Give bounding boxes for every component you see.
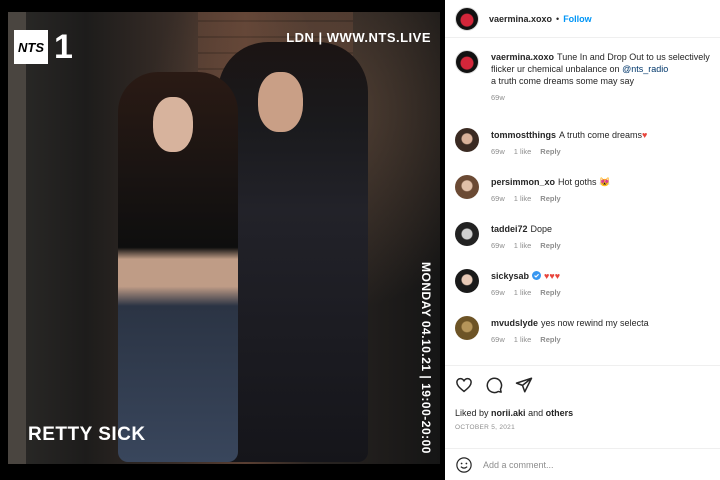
comment-text: sickysab ♥♥♥	[491, 263, 720, 282]
nts-logo: NTS 1	[14, 30, 73, 64]
follow-button[interactable]: Follow	[563, 14, 592, 24]
comment-time: 69w	[491, 335, 505, 344]
nts-url-text: LDN | WWW.NTS.LIVE	[286, 30, 431, 45]
nts-logo-box: NTS	[14, 30, 48, 64]
author-avatar[interactable]	[455, 6, 479, 31]
cat-emoji: 😻	[599, 177, 611, 187]
commenter-avatar[interactable]	[455, 175, 479, 199]
heart-icon[interactable]	[455, 376, 473, 394]
comment-meta: 69w 1 like Reply	[491, 335, 720, 344]
comment-row: tommostthings A truth come dreams♥ 69w 1 …	[445, 122, 720, 169]
comment-text: tommostthings A truth come dreams♥	[491, 122, 720, 141]
author-username[interactable]: vaermina.xoxo	[489, 14, 552, 24]
comment-likes[interactable]: 1 like	[514, 147, 532, 156]
comment-body: Dope	[530, 224, 553, 234]
liked-by-user[interactable]: norii.aki	[491, 408, 526, 418]
caption-line-1: Tune In and Drop Out to us selectively	[557, 52, 710, 62]
post-media[interactable]: NTS 1 LDN | WWW.NTS.LIVE MONDAY 04.10.21…	[0, 0, 445, 480]
comment-time: 69w	[491, 194, 505, 203]
caption-text: vaermina.xoxo Tune In and Drop Out to us …	[491, 44, 720, 87]
share-icon[interactable]	[515, 376, 533, 394]
broadcast-date-text: MONDAY 04.10.21 | 19:00-20:00	[419, 262, 433, 454]
post-header: vaermina.xoxo • Follow	[445, 0, 720, 38]
post-side-panel: vaermina.xoxo • Follow vaermina.xoxo Tune…	[445, 0, 720, 480]
commenter-avatar[interactable]	[455, 128, 479, 152]
caption-line-3: a truth come dreams some may say	[491, 76, 635, 86]
reply-button[interactable]: Reply	[540, 194, 560, 203]
comment-row: taddei72 Dope 69w 1 like Reply	[445, 216, 720, 263]
caption-line-2: flicker ur chemical unbalance on	[491, 64, 620, 74]
header-separator: •	[556, 13, 560, 24]
post-photo	[8, 12, 440, 464]
comment-meta: 69w 1 like Reply	[491, 288, 720, 297]
action-icons	[455, 374, 710, 396]
door-frame	[8, 12, 26, 464]
comment-likes[interactable]: 1 like	[514, 335, 532, 344]
face-right	[258, 72, 303, 132]
comment-likes[interactable]: 1 like	[514, 288, 532, 297]
add-comment-bar	[445, 448, 720, 480]
comment-time: 69w	[491, 147, 505, 156]
comment-username[interactable]: mvudslyde	[491, 318, 538, 328]
hearts-emoji: ♥♥♥	[544, 271, 561, 281]
comment-likes[interactable]: 1 like	[514, 194, 532, 203]
comment-meta: 69w 1 like Reply	[491, 194, 720, 203]
comment-text: taddei72 Dope	[491, 216, 720, 235]
comment-username[interactable]: sickysab	[491, 271, 529, 281]
caption-mention[interactable]: @nts_radio	[622, 64, 668, 74]
add-comment-input[interactable]	[483, 459, 703, 470]
reply-button[interactable]: Reply	[540, 288, 560, 297]
show-name: RETTY SICK	[28, 424, 146, 445]
comment-username[interactable]: taddei72	[491, 224, 528, 234]
comment-time: 69w	[491, 288, 505, 297]
comment-body: yes now rewind my selecta	[541, 318, 649, 328]
likes-conj: and	[528, 408, 544, 418]
comment-meta: 69w 1 like Reply	[491, 241, 720, 250]
comment-body: A truth come dreams	[559, 130, 643, 140]
comment-row: sickysab ♥♥♥ 69w 1 like Reply	[445, 263, 720, 310]
comment-text: persimmon_xo Hot goths 😻	[491, 169, 720, 188]
commenter-avatar[interactable]	[455, 269, 479, 293]
comment-row: persimmon_xo Hot goths 😻 69w 1 like Reply	[445, 169, 720, 216]
commenter-avatar[interactable]	[455, 316, 479, 340]
face-left	[153, 97, 193, 152]
comment-likes[interactable]: 1 like	[514, 241, 532, 250]
reply-button[interactable]: Reply	[540, 335, 560, 344]
post-caption: vaermina.xoxo Tune In and Drop Out to us …	[445, 44, 720, 122]
likes-summary: Liked by norii.aki and others	[455, 408, 710, 418]
comments-list[interactable]: vaermina.xoxo Tune In and Drop Out to us …	[445, 44, 720, 357]
likes-prefix: Liked by	[455, 408, 489, 418]
comment-row: mvudslyde yes now rewind my selecta 69w 1…	[445, 310, 720, 357]
caption-time: 69w	[491, 93, 505, 102]
comment-username[interactable]: tommostthings	[491, 130, 556, 140]
comment-body: Hot goths	[558, 177, 597, 187]
post-date[interactable]: OCTOBER 5, 2021	[455, 424, 710, 431]
caption-avatar[interactable]	[455, 50, 479, 74]
commenter-avatar[interactable]	[455, 222, 479, 246]
comment-username[interactable]: persimmon_xo	[491, 177, 555, 187]
comment-time: 69w	[491, 241, 505, 250]
nts-station-number: 1	[54, 28, 73, 66]
broadcast-date: MONDAY 04.10.21 | 19:00-20:00	[415, 262, 437, 462]
comment-icon[interactable]	[485, 376, 503, 394]
post-actions: Liked by norii.aki and others OCTOBER 5,…	[445, 365, 720, 431]
comment-text: mvudslyde yes now rewind my selecta	[491, 310, 720, 329]
caption-username[interactable]: vaermina.xoxo	[491, 52, 554, 62]
reply-button[interactable]: Reply	[540, 147, 560, 156]
caption-meta: 69w	[491, 93, 720, 102]
comment-meta: 69w 1 like Reply	[491, 147, 720, 156]
heart-emoji: ♥	[642, 130, 648, 140]
verified-badge-icon	[532, 271, 542, 280]
likes-others[interactable]: others	[546, 408, 574, 418]
emoji-icon[interactable]	[455, 456, 473, 474]
reply-button[interactable]: Reply	[540, 241, 560, 250]
